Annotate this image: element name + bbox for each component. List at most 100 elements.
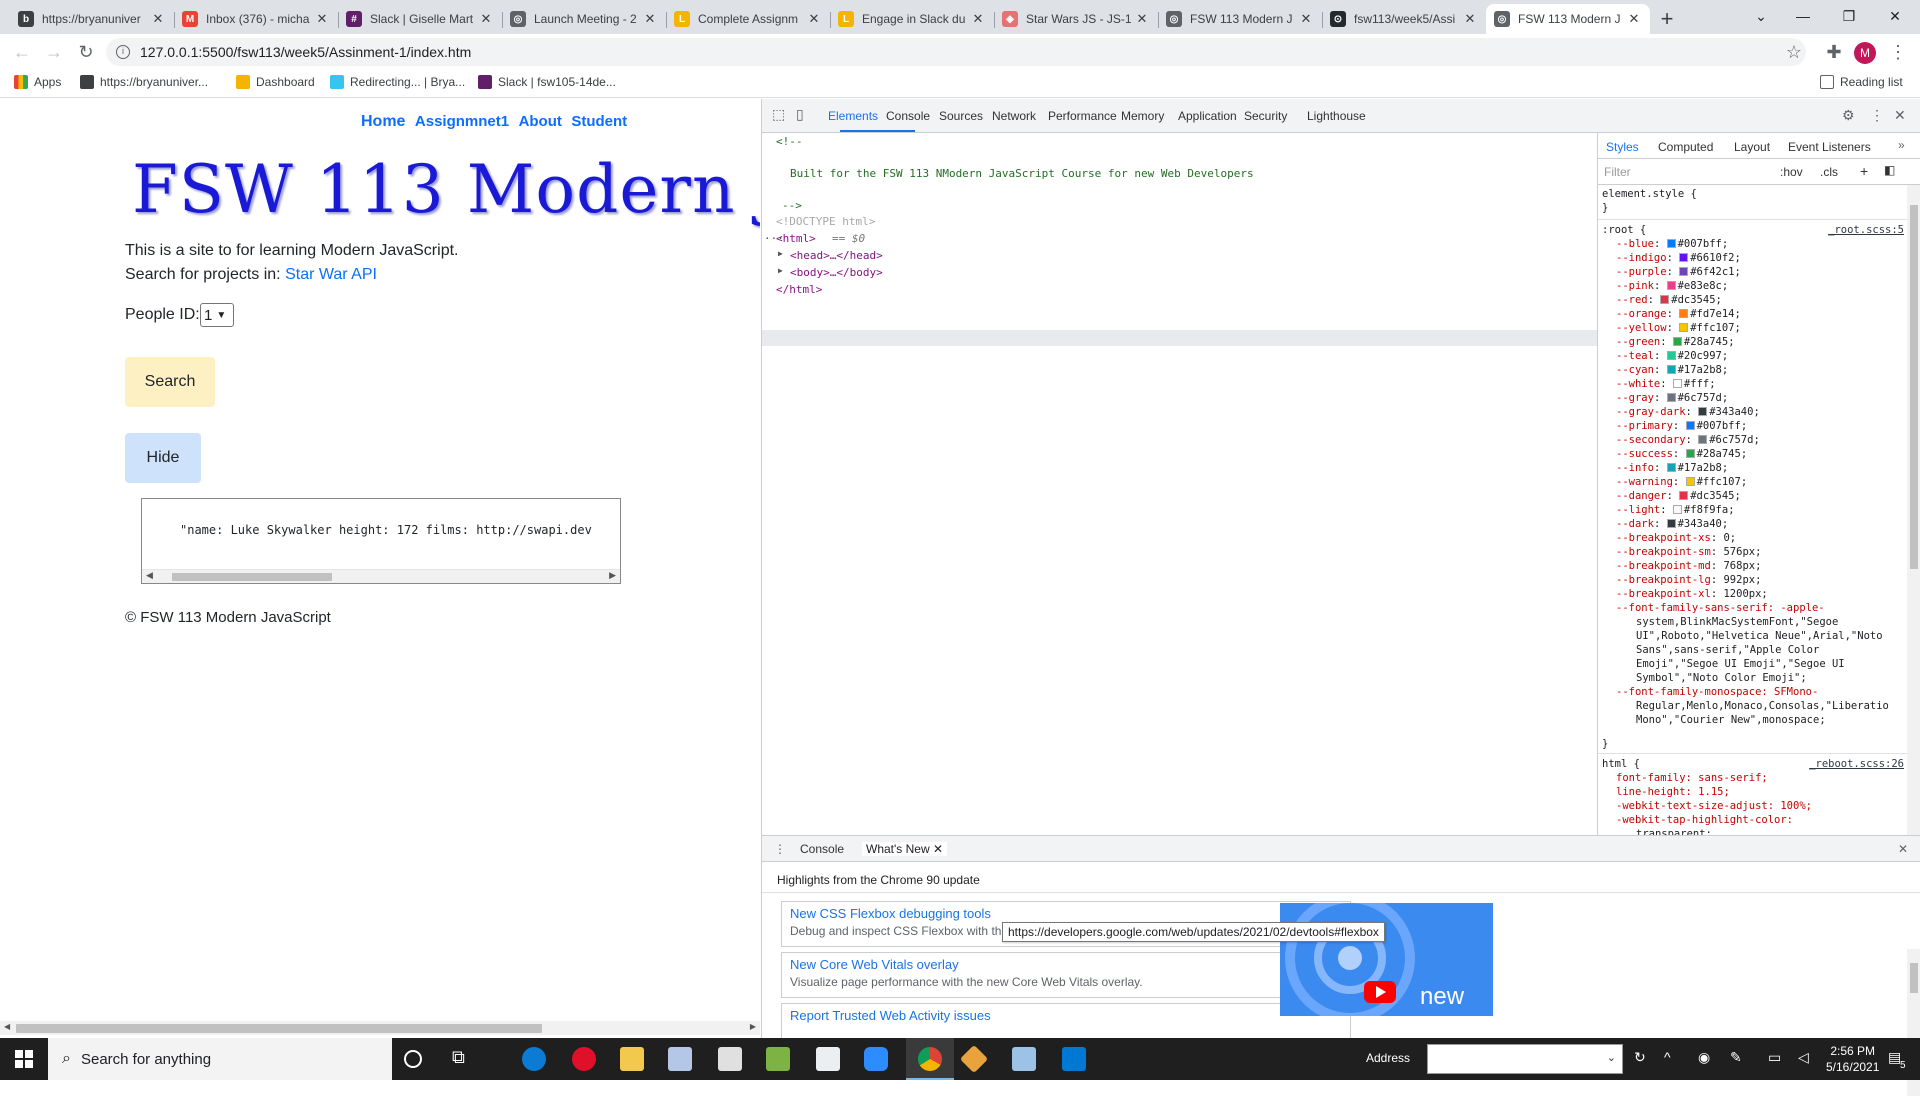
css-variable-row[interactable]: --breakpoint-xs: 0; — [1616, 531, 1736, 545]
info-icon[interactable]: i — [116, 45, 130, 59]
chrome-update-video-thumbnail[interactable]: new — [1280, 903, 1493, 1016]
css-variable-row[interactable]: --breakpoint-md: 768px; — [1616, 559, 1761, 573]
head-node[interactable]: <head>…</head> — [790, 249, 883, 262]
star-war-api-link[interactable]: Star War API — [285, 266, 377, 283]
styles-tab-event-listeners[interactable]: Event Listeners — [1788, 140, 1871, 154]
vscode-icon[interactable] — [1062, 1047, 1086, 1071]
doctype-node[interactable]: <!DOCTYPE html> — [776, 215, 875, 228]
chrome-icon[interactable] — [918, 1047, 942, 1071]
html-selector[interactable]: html { — [1602, 757, 1640, 771]
browser-tab[interactable]: ◎ Launch Meeting - 2 ✕ — [502, 4, 666, 34]
git-icon[interactable] — [959, 1044, 989, 1074]
feature-card[interactable]: Report Trusted Web Activity issues — [781, 1003, 1351, 1043]
keyboard-icon[interactable]: ▭ — [1768, 1049, 1781, 1066]
close-tab-icon[interactable]: ✕ — [314, 11, 330, 27]
color-swatch[interactable] — [1679, 323, 1689, 332]
scroll-right-icon[interactable]: ▶ — [609, 570, 616, 581]
color-swatch[interactable] — [1666, 463, 1676, 472]
html-node[interactable]: <html> — [776, 232, 816, 245]
people-id-select[interactable]: 1 ▼ — [200, 303, 234, 327]
nav-student-link[interactable]: Student — [571, 113, 627, 130]
comment-close[interactable]: --> — [782, 199, 802, 212]
devtools-tab-performance[interactable]: Performance — [1048, 109, 1117, 123]
css-variable-row[interactable]: --white: #fff; — [1616, 377, 1716, 391]
refresh-icon[interactable]: ↻ — [1634, 1049, 1646, 1066]
declaration-line[interactable]: -webkit-text-size-adjust: 100%; — [1616, 799, 1812, 813]
restore-button[interactable]: ❐ — [1826, 0, 1872, 32]
color-swatch[interactable] — [1679, 253, 1689, 262]
chevron-down-icon[interactable]: ⌄ — [1607, 1051, 1616, 1064]
color-swatch[interactable] — [1679, 491, 1689, 500]
close-tab-icon[interactable]: ✕ — [1298, 11, 1314, 27]
feature-card[interactable]: New Core Web Vitals overlay Visualize pa… — [781, 952, 1351, 998]
scrollbar-thumb[interactable] — [1910, 205, 1918, 569]
color-swatch[interactable] — [1666, 281, 1676, 290]
bookmark-item[interactable]: Dashboard — [236, 75, 315, 89]
css-variable-row[interactable]: --light: #f8f9fa; — [1616, 503, 1735, 517]
cortana-icon[interactable] — [404, 1050, 422, 1068]
opera-icon[interactable] — [572, 1047, 596, 1071]
page-horizontal-scrollbar[interactable]: ◀ ▶ — [0, 1021, 760, 1035]
color-swatch[interactable] — [1672, 379, 1682, 388]
system-clock[interactable]: 2:56 PM 5/16/2021 — [1826, 1043, 1879, 1075]
bookmark-item[interactable]: Slack | fsw105-14de... — [478, 75, 616, 89]
store-icon[interactable] — [718, 1047, 742, 1071]
declaration-line[interactable]: font-family: sans-serif; — [1616, 771, 1768, 785]
reading-list-button[interactable]: Reading list — [1820, 75, 1903, 89]
color-swatch[interactable] — [1685, 449, 1695, 458]
browser-tab[interactable]: # Slack | Giselle Mart ✕ — [338, 4, 502, 34]
styles-scrollbar[interactable] — [1907, 185, 1920, 835]
bookmark-apps[interactable]: Apps — [14, 75, 61, 89]
css-variable-row[interactable]: --teal: #20c997; — [1616, 349, 1728, 363]
declaration-line[interactable]: transparent; — [1636, 827, 1712, 835]
color-swatch[interactable] — [1685, 477, 1695, 486]
color-swatch[interactable] — [1698, 407, 1708, 416]
color-swatch[interactable] — [1672, 505, 1682, 514]
feature-title[interactable]: Report Trusted Web Activity issues — [790, 1008, 1342, 1023]
close-tab-icon[interactable]: ✕ — [933, 842, 943, 856]
minimize-button[interactable]: — — [1780, 0, 1826, 32]
css-variable-row[interactable]: --warning: #ffc107; — [1616, 475, 1747, 489]
nav-home-link[interactable]: Home — [361, 113, 405, 130]
css-variable-row[interactable]: --info: #17a2b8; — [1616, 461, 1728, 475]
scroll-left-icon[interactable]: ◀ — [4, 1022, 10, 1031]
browser-tab[interactable]: M Inbox (376) - micha ✕ — [174, 4, 338, 34]
output-box[interactable]: "name: Luke Skywalker height: 172 films:… — [141, 498, 621, 584]
body-node[interactable]: <body>…</body> — [790, 266, 883, 279]
notepad-icon[interactable] — [668, 1047, 692, 1071]
toggle-sidebar-icon[interactable]: ◧ — [1884, 163, 1895, 177]
nav-about-link[interactable]: About — [519, 113, 562, 130]
close-drawer-icon[interactable]: ✕ — [1898, 842, 1908, 856]
menu-kebab-icon[interactable]: ⋮ — [1884, 38, 1912, 66]
new-tab-button[interactable]: + — [1650, 4, 1684, 34]
styles-tab-computed[interactable]: Computed — [1658, 140, 1713, 154]
css-variable-row[interactable]: --success: #28a745; — [1616, 447, 1747, 461]
css-variable-row[interactable]: --yellow: #ffc107; — [1616, 321, 1741, 335]
styles-tab-layout[interactable]: Layout — [1734, 140, 1770, 154]
css-variable-row[interactable]: --purple: #6f42c1; — [1616, 265, 1741, 279]
scrollbar-thumb[interactable] — [16, 1024, 542, 1033]
close-tab-icon[interactable]: ✕ — [1626, 11, 1642, 27]
browser-tab[interactable]: ◎ FSW 113 Modern J ✕ — [1158, 4, 1322, 34]
paint-icon[interactable] — [1012, 1047, 1036, 1071]
settings-gear-icon[interactable]: ⚙ — [1842, 107, 1855, 124]
declaration-line[interactable]: -webkit-tap-highlight-color: — [1616, 813, 1793, 827]
css-variable-row[interactable]: --danger: #dc3545; — [1616, 489, 1741, 503]
device-toolbar-icon[interactable]: ▯ — [796, 106, 804, 123]
windows-start-icon[interactable] — [0, 1038, 48, 1080]
pen-icon[interactable]: ✎ — [1730, 1049, 1742, 1066]
close-tab-icon[interactable]: ✕ — [806, 11, 822, 27]
comment-text[interactable]: Built for the FSW 113 NModern JavaScript… — [790, 167, 1254, 180]
css-variable-row[interactable]: --dark: #343a40; — [1616, 517, 1728, 531]
close-tab-icon[interactable]: ✕ — [1462, 11, 1478, 27]
document-icon[interactable] — [816, 1047, 840, 1071]
zoom-icon[interactable] — [864, 1047, 888, 1071]
html-close-node[interactable]: </html> — [776, 283, 822, 296]
css-variable-row[interactable]: --primary: #007bff; — [1616, 419, 1747, 433]
close-tab-icon[interactable]: ✕ — [970, 11, 986, 27]
color-swatch[interactable] — [1666, 239, 1676, 248]
devtools-menu-icon[interactable]: ⋮ — [1870, 107, 1884, 124]
devtools-tab-console[interactable]: Console — [886, 109, 930, 123]
browser-tab[interactable]: ⊙ fsw113/week5/Assi ✕ — [1322, 4, 1486, 34]
drawer-menu-icon[interactable]: ⋮ — [774, 842, 786, 856]
